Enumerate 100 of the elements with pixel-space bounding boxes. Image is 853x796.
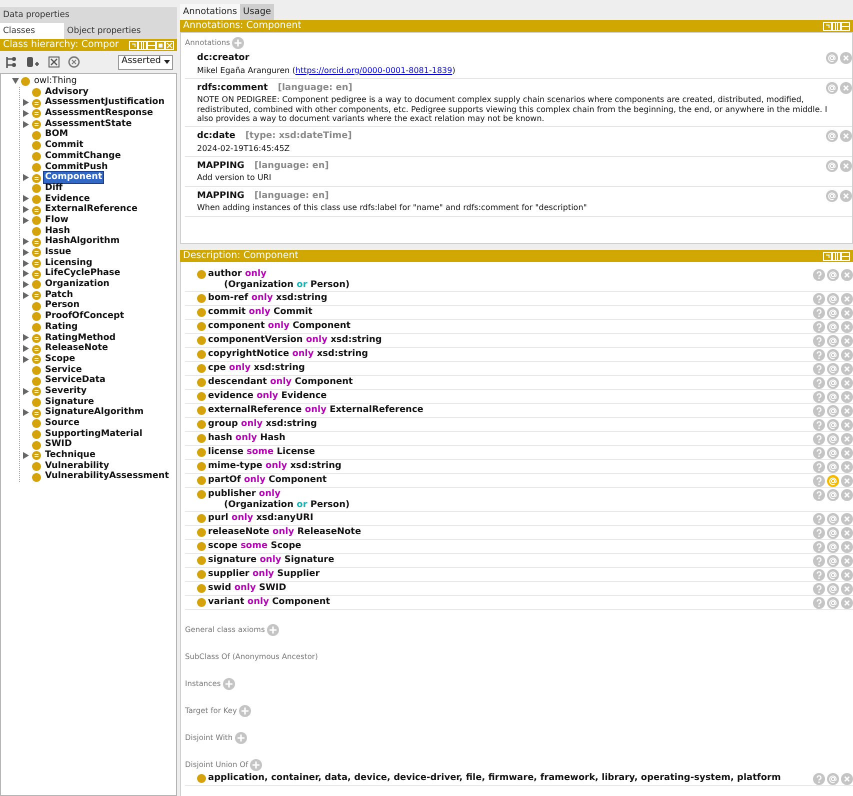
minimize-icon[interactable] [841, 22, 850, 30]
annotate-button[interactable] [827, 391, 839, 403]
expand-icon[interactable] [23, 334, 29, 342]
tab[interactable]: Object properties [64, 23, 177, 39]
delete-button[interactable] [841, 363, 853, 375]
help-button[interactable] [813, 555, 825, 567]
add-subclass-icon[interactable] [4, 56, 18, 68]
annotate-button[interactable] [826, 52, 838, 64]
tab[interactable]: Annotations [180, 4, 240, 20]
delete-button[interactable] [841, 489, 853, 501]
annotate-button[interactable] [827, 541, 839, 553]
delete-button[interactable] [841, 527, 853, 539]
maximize-icon[interactable] [156, 40, 165, 50]
tree-item[interactable]: Organization [44, 279, 110, 290]
delete-button[interactable] [840, 190, 852, 202]
tree-item[interactable]: Person [44, 300, 81, 312]
expand-icon[interactable] [23, 110, 29, 117]
tree-item[interactable]: ExternalReference [44, 204, 139, 215]
tree-item[interactable]: Commit [44, 140, 84, 151]
expand-icon[interactable] [23, 238, 29, 246]
expand-icon[interactable] [23, 388, 29, 395]
expand-icon[interactable] [23, 260, 29, 267]
expand-icon[interactable] [23, 206, 29, 214]
add-icon[interactable] [250, 759, 262, 771]
tree-item[interactable]: Vulnerability [44, 460, 110, 472]
delete-button[interactable] [840, 130, 852, 142]
split-icon[interactable] [832, 22, 841, 30]
annotate-button[interactable] [827, 433, 839, 445]
tree-item[interactable]: RatingMethod [44, 332, 117, 344]
tree-item[interactable]: Licensing [44, 258, 94, 268]
tab[interactable]: Data properties [0, 7, 177, 23]
annotate-button[interactable] [827, 293, 839, 305]
tree-item[interactable]: Evidence [44, 194, 91, 204]
tree-item[interactable]: Signature [44, 396, 96, 408]
expand-icon[interactable] [23, 248, 29, 256]
delete-button[interactable] [841, 391, 853, 403]
delete-button[interactable] [841, 405, 853, 417]
add-icon[interactable] [238, 705, 251, 717]
delete-button[interactable] [841, 773, 853, 785]
cancel-icon[interactable] [68, 56, 80, 68]
help-button[interactable] [813, 513, 825, 525]
expand-icon[interactable] [23, 280, 29, 288]
expand-icon[interactable] [23, 345, 29, 352]
tree-item[interactable]: owl:Thing [33, 76, 78, 87]
tree-item[interactable]: AssessmentJustification [44, 97, 166, 108]
float-icon[interactable] [823, 22, 832, 30]
annotate-button[interactable] [827, 555, 839, 567]
tree-item[interactable]: LifeCyclePhase [44, 268, 122, 280]
delete-button[interactable] [841, 433, 853, 445]
delete-button[interactable] [841, 569, 853, 581]
annotate-button[interactable] [827, 405, 839, 417]
tree-item[interactable]: SWID [44, 439, 73, 450]
help-button[interactable] [813, 321, 825, 333]
tree-item[interactable]: VulnerabilityAssessment [44, 471, 170, 482]
tree-item[interactable]: Component [44, 172, 104, 183]
help-button[interactable] [813, 597, 825, 609]
annotate-button[interactable] [826, 82, 838, 94]
expand-icon[interactable] [23, 292, 29, 299]
help-button[interactable] [813, 391, 825, 403]
delete-button[interactable] [841, 513, 853, 525]
delete-button[interactable] [841, 269, 853, 281]
add-icon[interactable] [234, 732, 247, 744]
annotate-button[interactable] [827, 447, 839, 459]
delete-button[interactable] [840, 82, 852, 94]
tree-item[interactable]: Source [44, 418, 80, 429]
tree-item[interactable]: HashAlgorithm [44, 236, 121, 248]
delete-button[interactable] [841, 541, 853, 553]
help-button[interactable] [813, 419, 825, 431]
annotate-button[interactable] [827, 419, 839, 431]
tree-item[interactable]: CommitChange [44, 150, 122, 162]
tree-item[interactable]: Flow [44, 214, 70, 226]
help-button[interactable] [813, 405, 825, 417]
annotate-button[interactable] [827, 489, 839, 501]
help-button[interactable] [813, 461, 825, 473]
delete-icon[interactable] [48, 56, 60, 68]
collapse-icon[interactable] [12, 78, 18, 84]
expand-icon[interactable] [23, 120, 29, 128]
add-sibling-icon[interactable] [26, 56, 40, 68]
delete-button[interactable] [841, 321, 853, 333]
annotate-button[interactable] [827, 363, 839, 375]
tree-item[interactable]: Patch [44, 290, 74, 300]
delete-button[interactable] [841, 555, 853, 567]
annotate-button[interactable] [827, 773, 839, 785]
help-button[interactable] [813, 541, 825, 553]
help-button[interactable] [813, 773, 825, 785]
add-icon[interactable] [222, 678, 235, 690]
expand-icon[interactable] [23, 174, 29, 182]
tree-item[interactable]: AssessmentState [44, 118, 133, 130]
delete-button[interactable] [841, 447, 853, 459]
tree-item[interactable]: BOM [44, 129, 70, 140]
annotate-button[interactable] [827, 269, 839, 281]
expand-icon[interactable] [23, 99, 29, 106]
help-button[interactable] [813, 447, 825, 459]
tree-item[interactable]: Issue [44, 247, 72, 258]
help-button[interactable] [813, 583, 825, 595]
help-button[interactable] [813, 569, 825, 581]
delete-button[interactable] [841, 597, 853, 609]
help-button[interactable] [813, 363, 825, 375]
help-button[interactable] [813, 293, 825, 305]
expand-icon[interactable] [23, 409, 29, 416]
